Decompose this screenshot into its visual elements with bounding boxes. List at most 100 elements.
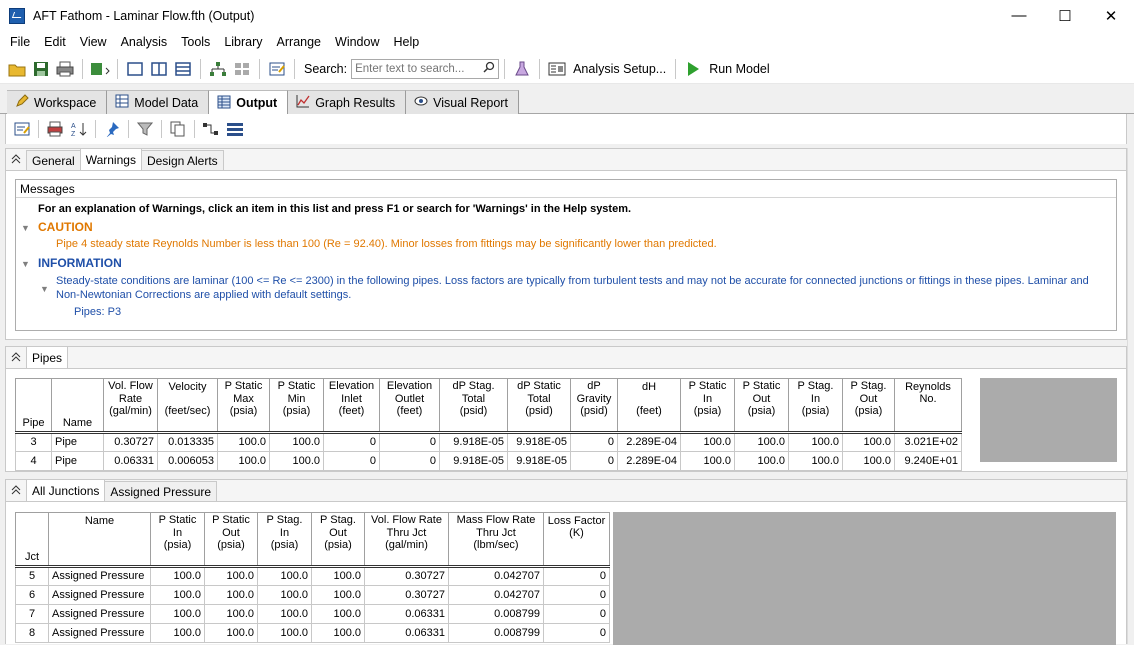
menu-window[interactable]: Window: [328, 31, 386, 54]
junctions-table-cell[interactable]: 0: [543, 565, 610, 586]
single-pane-icon[interactable]: [125, 59, 145, 79]
split-vertical-icon[interactable]: [149, 59, 169, 79]
menu-analysis[interactable]: Analysis: [114, 31, 175, 54]
minimize-button[interactable]: —: [996, 0, 1042, 31]
junctions-table-cell[interactable]: 0.042707: [448, 584, 544, 605]
pipes-table-cell[interactable]: 2.289E-04: [617, 450, 681, 471]
caution-heading[interactable]: CAUTION: [38, 220, 93, 234]
junctions-table-cell[interactable]: 100.0: [257, 565, 312, 586]
print-icon[interactable]: [55, 59, 75, 79]
junctions-table-cell[interactable]: 100.0: [257, 603, 312, 624]
output-control-icon[interactable]: [12, 119, 32, 139]
junctions-table-cell[interactable]: 100.0: [204, 565, 258, 586]
pipes-table-cell[interactable]: 9.240E+01: [894, 450, 962, 471]
junctions-table-cell[interactable]: 100.0: [204, 622, 258, 643]
junctions-table-row[interactable]: 8 Assigned Pressure 100.0 100.0 100.0 100.0 0.…: [15, 622, 610, 643]
pipes-table-cell[interactable]: 3.021E+02: [894, 431, 962, 452]
junctions-table-cell[interactable]: 100.0: [150, 622, 205, 643]
expand-laminar-icon[interactable]: ▼: [40, 284, 49, 294]
menu-file[interactable]: File: [3, 31, 37, 54]
list-icon[interactable]: [225, 119, 245, 139]
pipes-table-cell[interactable]: 100.0: [217, 450, 270, 471]
pipes-table-cell[interactable]: 0: [570, 450, 618, 471]
pipes-table-cell[interactable]: 100.0: [680, 431, 735, 452]
junctions-table-cell[interactable]: 5: [15, 565, 49, 586]
expand-information-icon[interactable]: ▼: [21, 259, 30, 269]
notes-icon[interactable]: [267, 59, 287, 79]
pipes-table-cell[interactable]: 100.0: [842, 450, 895, 471]
tab-graph-results[interactable]: Graph Results: [288, 90, 407, 114]
run-icon[interactable]: [683, 59, 703, 79]
junctions-col-header[interactable]: Vol. Flow Rate Thru Jct (gal/min): [364, 512, 449, 568]
junctions-col-header[interactable]: P Static Out (psia): [204, 512, 258, 568]
pipes-table-cell[interactable]: Pipe: [51, 431, 104, 452]
tab-design-alerts[interactable]: Design Alerts: [140, 150, 224, 170]
flask-icon[interactable]: [512, 59, 532, 79]
junctions-table-cell[interactable]: 100.0: [311, 584, 365, 605]
close-button[interactable]: ✕: [1088, 0, 1134, 31]
junctions-table-row[interactable]: 5 Assigned Pressure 100.0 100.0 100.0 100.0 0.…: [15, 565, 610, 586]
pipes-table-cell[interactable]: 100.0: [269, 450, 324, 471]
junctions-table-cell[interactable]: 0.008799: [448, 622, 544, 643]
junctions-table-cell[interactable]: 0.042707: [448, 565, 544, 586]
pipes-table-cell[interactable]: 100.0: [734, 450, 789, 471]
pipes-table-cell[interactable]: 0.06331: [103, 450, 158, 471]
menu-arrange[interactable]: Arrange: [270, 31, 328, 54]
junctions-col-header[interactable]: P Stag. Out (psia): [311, 512, 365, 568]
split-horizontal-icon[interactable]: [173, 59, 193, 79]
pin-icon[interactable]: [102, 119, 122, 139]
print-preview-icon[interactable]: [45, 119, 65, 139]
junctions-table-cell[interactable]: Assigned Pressure: [48, 565, 151, 586]
junctions-table-row[interactable]: 7 Assigned Pressure 100.0 100.0 100.0 100.0 0.…: [15, 603, 610, 624]
pipes-col-header[interactable]: dP Static Total (psid): [507, 378, 571, 434]
collapse-junctions-button[interactable]: [6, 479, 26, 501]
junctions-table-cell[interactable]: 7: [15, 603, 49, 624]
pipes-table-cell[interactable]: 0: [379, 450, 440, 471]
collapse-pipes-button[interactable]: [6, 346, 26, 368]
pipes-table-cell[interactable]: 0: [570, 431, 618, 452]
info-message-line2[interactable]: Non-Newtonian Corrections are applied wi…: [56, 289, 351, 301]
pipes-col-header[interactable]: P Stag. In (psia): [788, 378, 843, 434]
search-icon[interactable]: [483, 61, 495, 76]
pipes-table-cell[interactable]: 0.006053: [157, 450, 218, 471]
network-icon[interactable]: [208, 59, 228, 79]
menu-edit[interactable]: Edit: [37, 31, 73, 54]
pipes-table-cell[interactable]: 2.289E-04: [617, 431, 681, 452]
search-input[interactable]: [355, 62, 476, 75]
pipes-table-cell[interactable]: 100.0: [680, 450, 735, 471]
caution-message[interactable]: Pipe 4 steady state Reynolds Number is l…: [56, 238, 717, 250]
menu-tools[interactable]: Tools: [174, 31, 217, 54]
pipes-list[interactable]: Pipes: P3: [74, 306, 121, 318]
junctions-table-cell[interactable]: 100.0: [150, 603, 205, 624]
pipes-col-header[interactable]: P Static Max (psia): [217, 378, 270, 434]
junctions-col-header[interactable]: P Static In (psia): [150, 512, 205, 568]
grid-layout-icon[interactable]: [232, 59, 252, 79]
junctions-table-cell[interactable]: 100.0: [257, 584, 312, 605]
junctions-table-cell[interactable]: 0.30727: [364, 565, 449, 586]
run-model-button[interactable]: Run Model: [709, 62, 769, 76]
pipes-table-cell[interactable]: 9.918E-05: [439, 431, 508, 452]
junctions-table-cell[interactable]: Assigned Pressure: [48, 603, 151, 624]
pipes-col-header[interactable]: Pipe: [15, 378, 52, 434]
pipes-table-cell[interactable]: 100.0: [734, 431, 789, 452]
tab-assigned-pressure[interactable]: Assigned Pressure: [104, 481, 218, 501]
tab-all-junctions[interactable]: All Junctions: [26, 479, 106, 501]
sort-icon[interactable]: AZ: [69, 119, 89, 139]
junctions-table-cell[interactable]: 0: [543, 584, 610, 605]
menu-view[interactable]: View: [73, 31, 114, 54]
junctions-col-header[interactable]: Jct: [15, 512, 49, 568]
info-message-line1[interactable]: Steady-state conditions are laminar (100…: [56, 275, 1089, 287]
pipes-table-cell[interactable]: 100.0: [217, 431, 270, 452]
junctions-table-cell[interactable]: Assigned Pressure: [48, 584, 151, 605]
junctions-table-cell[interactable]: 100.0: [311, 622, 365, 643]
junctions-table-cell[interactable]: 0: [543, 603, 610, 624]
junctions-table-cell[interactable]: 100.0: [311, 603, 365, 624]
connect-icon[interactable]: [201, 119, 221, 139]
junctions-table-cell[interactable]: 0.06331: [364, 622, 449, 643]
pipes-table-cell[interactable]: 0.013335: [157, 431, 218, 452]
pipes-col-header[interactable]: P Static In (psia): [680, 378, 735, 434]
pipes-table-row[interactable]: 4 Pipe 0.06331 0.006053 100.0 100.0 0 0 9.918E-0…: [15, 450, 962, 471]
junctions-table-row[interactable]: 6 Assigned Pressure 100.0 100.0 100.0 100.0 0.…: [15, 584, 610, 605]
analysis-setup-icon[interactable]: [547, 59, 567, 79]
pipes-table-cell[interactable]: 0: [323, 450, 380, 471]
